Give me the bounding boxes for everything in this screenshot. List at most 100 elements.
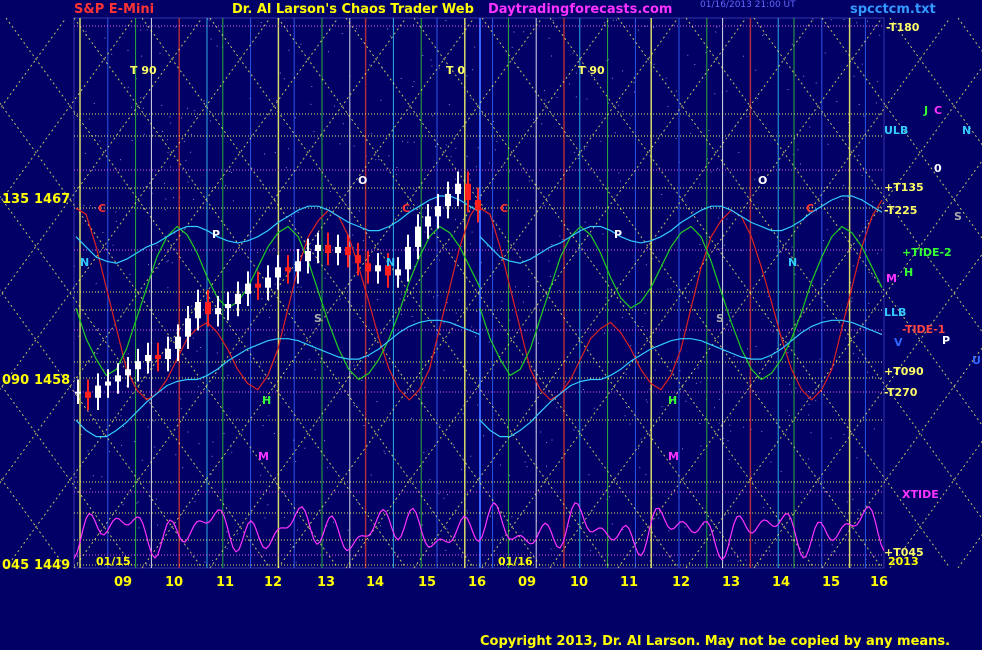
- star-dot: [168, 249, 170, 251]
- star-dot: [618, 172, 620, 174]
- star-dot: [112, 244, 114, 246]
- star-dot: [446, 302, 448, 304]
- star-dot: [422, 55, 424, 56]
- star-dot: [861, 175, 863, 177]
- star-dot: [446, 528, 448, 530]
- star-dot: [285, 167, 287, 169]
- price-candle: [355, 255, 361, 264]
- star-dot: [429, 479, 431, 481]
- star-dot: [123, 425, 125, 427]
- star-dot: [509, 474, 511, 476]
- star-dot: [358, 210, 360, 212]
- star-dot: [700, 381, 702, 383]
- star-dot: [780, 251, 782, 253]
- star-dot: [823, 240, 825, 241]
- price-candle: [245, 283, 251, 294]
- star-dot: [109, 451, 110, 453]
- star-dot: [469, 173, 470, 175]
- star-dot: [754, 178, 756, 180]
- star-dot: [877, 252, 879, 254]
- star-dot: [443, 497, 445, 499]
- star-dot: [526, 466, 528, 468]
- star-dot: [141, 459, 143, 461]
- star-dot: [314, 369, 316, 371]
- star-dot: [198, 494, 200, 495]
- star-dot: [170, 166, 172, 168]
- star-dot: [87, 450, 89, 452]
- price-candle: [185, 318, 191, 337]
- star-dot: [568, 83, 570, 85]
- star-dot: [590, 550, 592, 552]
- price-candle: [145, 354, 151, 362]
- star-dot: [586, 145, 588, 147]
- star-dot: [353, 364, 355, 366]
- star-dot: [584, 221, 586, 223]
- star-dot: [737, 560, 739, 562]
- star-dot: [77, 556, 78, 558]
- star-dot: [538, 342, 539, 344]
- star-dot: [370, 474, 372, 476]
- star-dot: [120, 415, 122, 417]
- price-candle: [275, 267, 281, 278]
- star-dot: [455, 147, 457, 149]
- y-label-angle: 090: [2, 373, 29, 388]
- star-dot: [147, 426, 149, 428]
- star-dot: [177, 418, 179, 420]
- star-dot: [328, 51, 329, 53]
- star-dot: [575, 96, 577, 98]
- star-dot: [654, 369, 656, 371]
- star-dot: [171, 512, 173, 514]
- star-dot: [423, 452, 425, 453]
- star-dot: [339, 298, 341, 300]
- star-dot: [430, 59, 432, 61]
- site-link[interactable]: Daytradingforecasts.com: [488, 2, 672, 17]
- star-dot: [630, 345, 632, 347]
- star-dot: [794, 273, 796, 275]
- star-dot: [361, 380, 363, 381]
- price-candle: [345, 246, 351, 256]
- star-dot: [127, 86, 129, 88]
- star-dot: [378, 159, 380, 161]
- star-dot: [158, 26, 160, 28]
- star-dot: [544, 99, 546, 101]
- star-dot: [199, 347, 201, 348]
- x-tick-label: 12: [264, 575, 282, 590]
- star-dot: [83, 205, 85, 207]
- star-dot: [333, 521, 334, 523]
- chart-letter: N: [386, 256, 395, 269]
- star-dot: [316, 539, 317, 541]
- star-dot: [369, 64, 371, 66]
- star-dot: [856, 22, 858, 24]
- x-tick-label: 16: [468, 575, 486, 590]
- star-dot: [466, 510, 468, 512]
- star-dot: [797, 149, 799, 151]
- star-dot: [687, 54, 689, 56]
- star-dot: [412, 86, 414, 87]
- star-dot: [225, 488, 227, 490]
- star-dot: [344, 202, 346, 204]
- star-dot: [169, 116, 171, 118]
- star-dot: [232, 200, 234, 202]
- star-dot: [625, 373, 627, 375]
- star-dot: [279, 72, 281, 74]
- star-dot: [588, 474, 590, 476]
- star-dot: [548, 260, 550, 262]
- star-dot: [181, 117, 182, 119]
- star-dot: [411, 417, 412, 419]
- star-dot: [461, 246, 463, 248]
- star-dot: [578, 158, 580, 159]
- star-dot: [548, 37, 550, 39]
- star-dot: [501, 249, 503, 251]
- star-dot: [191, 133, 192, 135]
- star-dot: [264, 517, 266, 519]
- star-dot: [757, 171, 759, 173]
- date-label: 01/15: [96, 555, 131, 568]
- star-dot: [311, 86, 313, 87]
- star-dot: [644, 312, 646, 314]
- star-dot: [326, 525, 328, 527]
- star-dot: [842, 185, 844, 186]
- star-dot: [447, 494, 448, 496]
- x-tick-label: 09: [518, 575, 536, 590]
- x-tick-label: 10: [165, 575, 183, 590]
- star-dot: [356, 28, 357, 30]
